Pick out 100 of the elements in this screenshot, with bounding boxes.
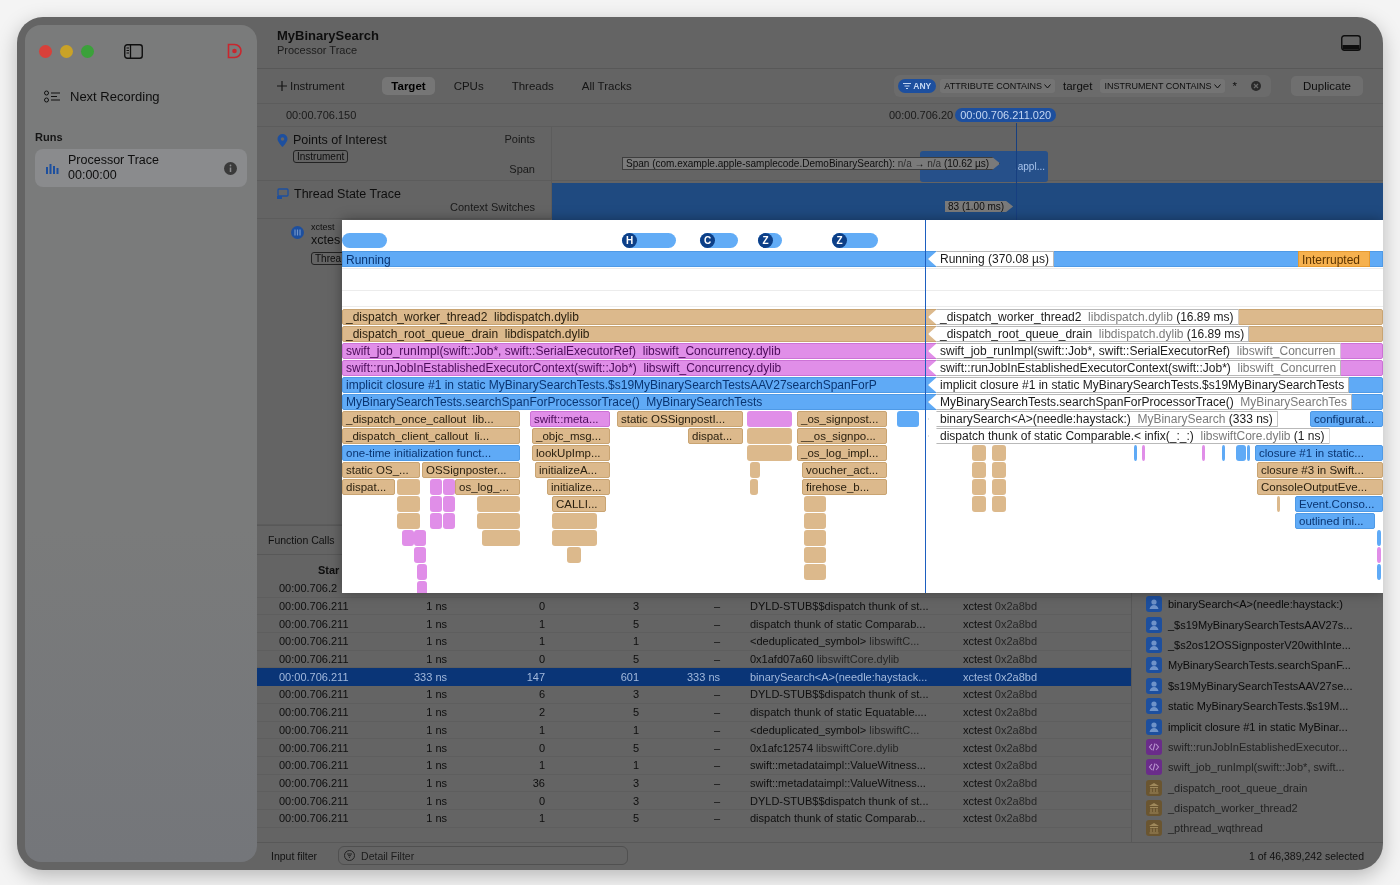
stack-frame[interactable]: static MyBinarySearchTests.$s19M... xyxy=(1168,700,1349,713)
flame-frame xyxy=(804,530,826,546)
filter-token[interactable]: INSTRUMENT CONTAINS xyxy=(1100,79,1225,93)
flame-frame[interactable]: initializeA... xyxy=(535,462,610,478)
table-row[interactable]: 00:00.706.211 333 ns 147 601 333 ns binarySearch<A>(needle:haystack... xctest 0x2a8bd xyxy=(257,668,1131,687)
stack-frame[interactable]: $s19MyBinarySearchTestsAAV27se... xyxy=(1168,679,1353,692)
table-cell-text: 3 xyxy=(631,776,639,789)
flame-frame[interactable]: ConsoleOutputEve... xyxy=(1257,479,1383,495)
filter-value[interactable]: * xyxy=(1228,78,1242,94)
table-cell-text: 00:00.706.211 xyxy=(279,653,350,666)
filter-value[interactable]: target xyxy=(1058,78,1097,94)
flame-frame[interactable]: lookUpImp... xyxy=(532,445,610,461)
flame-frame[interactable]: _os_signpost... xyxy=(797,411,887,427)
track-tab[interactable]: Target xyxy=(382,77,435,95)
stack-frame[interactable]: _$s19MyBinarySearchTestsAAV27s... xyxy=(1168,618,1353,631)
marker-letter: C xyxy=(700,233,715,248)
cursor-time-badge[interactable]: 00:00.706.211.020 xyxy=(955,108,1057,122)
flame-frame[interactable]: CALLI... xyxy=(552,496,606,512)
table-row[interactable]: 00:00.706.211 1 ns 0 3 – DYLD-STUB$$dispatch thunk of st... xctest 0x2a8bd xyxy=(257,597,1131,616)
flame-frame xyxy=(972,479,986,495)
input-filter-label: Input filter xyxy=(271,849,318,862)
flame-frame[interactable]: __os_signpo... xyxy=(797,428,887,444)
flame-frame[interactable]: outlined ini... xyxy=(1295,513,1375,529)
info-icon[interactable] xyxy=(224,161,237,175)
table-row[interactable]: 00:00.706.211 1 ns 0 5 – 0x1afc12574 libswiftCore.dylib xctest 0x2a8bd xyxy=(257,739,1131,757)
table-cell-text: 0x1afc12574 libswiftCore.dylib xyxy=(750,741,900,754)
next-recording-label[interactable]: Next Recording xyxy=(70,89,160,104)
column-header[interactable]: Star xyxy=(318,564,340,576)
track-tab[interactable]: Threads xyxy=(502,77,563,95)
table-row[interactable]: 00:00.706.211 1 ns 1 5 – dispatch thunk of static Comparab... xctest 0x2a8bd xyxy=(257,809,1131,828)
flame-frame xyxy=(397,496,420,512)
flame-frame xyxy=(1142,445,1145,461)
table-row[interactable]: 00:00.706.211 1 ns 6 3 – DYLD-STUB$$dispatch thunk of st... xctest 0x2a8bd xyxy=(257,686,1131,704)
minimize-button[interactable] xyxy=(60,44,73,58)
table-cell-text: 0x1afd07a60 libswiftCore.dylib xyxy=(750,653,901,666)
flame-frame[interactable]: _dispatch_client_callout li... xyxy=(342,428,520,444)
flame-frame[interactable]: _os_log_impl... xyxy=(797,445,887,461)
flame-frame[interactable]: static OSSignpostI... xyxy=(617,411,743,427)
person-icon xyxy=(1146,677,1162,694)
table-cell-text: 1 ns xyxy=(425,759,447,772)
stack-frame[interactable]: _dispatch_root_queue_drain xyxy=(1168,781,1308,794)
table-row[interactable]: 00:00.706.211 1 ns 1 5 – dispatch thunk of static Comparab... xctest 0x2a8bd xyxy=(257,615,1131,634)
track-tab[interactable]: All Tracks xyxy=(572,77,641,95)
track-tab[interactable]: CPUs xyxy=(444,77,493,95)
flame-frame[interactable]: closure #1 in static... xyxy=(1255,445,1383,461)
table-cell-text: xctest 0x2a8bd xyxy=(963,635,1038,648)
flame-frame xyxy=(414,547,426,563)
flame-frame xyxy=(443,496,455,512)
table-cell-text: 333 ns xyxy=(412,670,447,683)
flame-frame[interactable]: Event.Conso... xyxy=(1295,496,1383,512)
flame-frame xyxy=(552,513,597,529)
flame-frame[interactable]: _dispatch_once_callout lib... xyxy=(342,411,520,427)
stack-frame[interactable]: implicit closure #1 in static MyBinar... xyxy=(1168,720,1348,733)
add-instrument-button[interactable]: Instrument xyxy=(277,80,345,92)
flame-frame[interactable]: OSSignposter... xyxy=(422,462,520,478)
table-row[interactable]: 00:00.706.211 1 ns 36 3 – swift::metadataimpl::ValueWitness... xctest 0x2a8bd xyxy=(257,774,1131,793)
table-cell-text: 1 xyxy=(537,635,545,648)
duplicate-button[interactable]: Duplicate xyxy=(1291,76,1363,96)
table-cell-text: – xyxy=(712,812,720,825)
table-cell-text: 00:00.706.211 xyxy=(279,794,350,807)
any-toggle[interactable]: ANY xyxy=(898,79,937,93)
table-cell-text: xctest 0x2a8bd xyxy=(963,653,1038,666)
table-row[interactable]: 00:00.706.211 1 ns 2 5 – dispatch thunk of static Equatable.... xctest 0x2a8bd xyxy=(257,703,1131,722)
lane-label: Context Switches xyxy=(450,201,535,213)
table-cell-text: dispatch thunk of static Equatable.... xyxy=(750,706,928,719)
flame-frame[interactable]: closure #3 in Swift... xyxy=(1257,462,1383,478)
stack-frame[interactable]: swift::runJobInEstablishedExecutor... xyxy=(1168,740,1348,753)
flame-frame[interactable]: firehose_b... xyxy=(802,479,887,495)
flame-frame[interactable]: initialize... xyxy=(547,479,610,495)
flame-frame[interactable]: dispat... xyxy=(342,479,395,495)
lane-label: Span xyxy=(509,163,535,175)
flame-frame[interactable]: swift::meta... xyxy=(530,411,610,427)
stack-frame[interactable]: binarySearch<A>(needle:haystack:) xyxy=(1168,598,1343,611)
table-row[interactable]: 00:00.706.211 1 ns 1 1 – swift::metadataimpl::ValueWitness... xctest 0x2a8bd xyxy=(257,756,1131,775)
table-row[interactable]: 00:00.706.211 1 ns 1 1 – <deduplicated_symbol> libswiftC... xctest 0x2a8bd xyxy=(257,721,1131,740)
flame-frame[interactable]: _objc_msg... xyxy=(532,428,610,444)
flame-frame[interactable]: os_log_... xyxy=(455,479,520,495)
stack-frame[interactable]: _pthread_wqthread xyxy=(1168,822,1263,835)
flame-frame xyxy=(897,411,919,427)
stack-frame[interactable]: _$s2os12OSSignposterV20withInte... xyxy=(1168,638,1351,651)
table-row[interactable]: 00:00.706.211 1 ns 0 3 – DYLD-STUB$$dispatch thunk of st... xctest 0x2a8bd xyxy=(257,792,1131,810)
stack-frame[interactable]: MyBinarySearchTests.searchSpanF... xyxy=(1168,659,1351,672)
flame-frame[interactable]: voucher_act... xyxy=(802,462,887,478)
panel-toggle-icon[interactable] xyxy=(1341,34,1361,51)
flame-frame[interactable]: dispat... xyxy=(688,428,743,444)
clear-icon[interactable] xyxy=(1251,81,1262,91)
table-cell-text: <deduplicated_symbol> libswiftC... xyxy=(750,635,921,648)
flame-frame[interactable]: configurat... xyxy=(1310,411,1383,427)
flame-frame[interactable]: static OS_... xyxy=(342,462,420,478)
detail-filter-field[interactable]: Detail Filter xyxy=(338,846,629,865)
table-cell-text: – xyxy=(712,776,720,789)
table-row[interactable]: 00:00.706.211 1 ns 1 1 – <deduplicated_symbol> libswiftC... xctest 0x2a8bd xyxy=(257,633,1131,651)
sidebar-toggle-icon[interactable] xyxy=(124,43,143,59)
plus-icon xyxy=(277,81,287,91)
flame-frame[interactable]: one-time initialization funct... xyxy=(342,445,520,461)
flame-frame xyxy=(417,581,427,593)
stack-frame[interactable]: _dispatch_worker_thread2 xyxy=(1168,802,1298,815)
filter-token[interactable]: ATTRIBUTE CONTAINS xyxy=(940,79,1055,93)
run-item[interactable]: Processor Trace 00:00:00 xyxy=(35,149,247,187)
stack-frame[interactable]: swift_job_runImpl(swift::Job*, swift... xyxy=(1168,761,1345,774)
